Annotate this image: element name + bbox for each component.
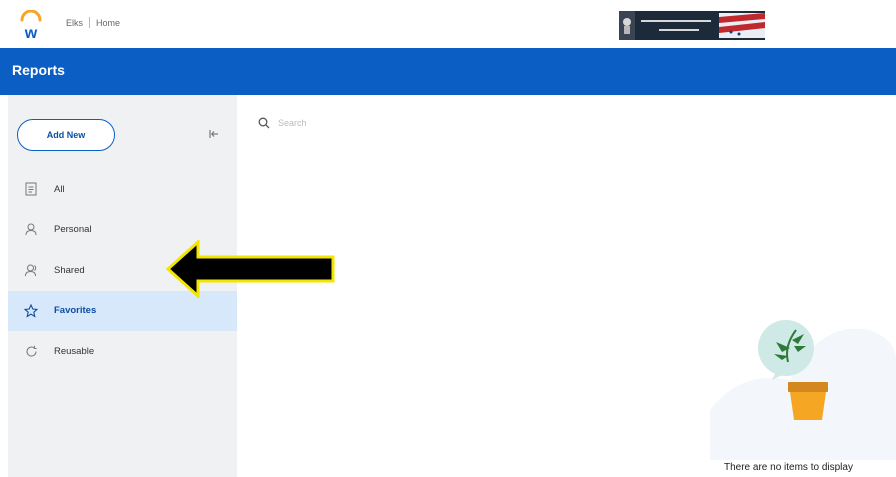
person-icon: [22, 221, 40, 239]
sidebar-item-all[interactable]: All: [8, 169, 237, 210]
top-bar: w Elks Home: [0, 0, 896, 48]
svg-text:w: w: [24, 25, 38, 40]
page-title: Reports: [12, 62, 65, 78]
breadcrumb-divider: [89, 17, 91, 28]
star-icon: [22, 302, 40, 320]
search-bar[interactable]: Search: [258, 117, 307, 129]
collapse-sidebar-icon[interactable]: [208, 128, 220, 140]
breadcrumb-home[interactable]: Home: [96, 18, 120, 28]
sidebar-item-label: All: [54, 183, 65, 195]
workday-logo-icon[interactable]: w: [18, 10, 44, 40]
annotation-arrow-icon: [165, 240, 335, 298]
sidebar-item-reusable[interactable]: Reusable: [8, 331, 237, 372]
sidebar-item-label: Reusable: [54, 345, 95, 357]
add-new-button[interactable]: Add New: [17, 119, 115, 151]
page-header: Reports: [0, 48, 896, 95]
organization-banner-logo: [619, 11, 765, 40]
document-icon: [22, 180, 40, 198]
search-input[interactable]: Search: [278, 118, 307, 128]
sidebar-item-label: Favorites: [54, 305, 97, 317]
breadcrumb: Elks Home: [66, 17, 120, 28]
empty-state-message: There are no items to display: [724, 462, 853, 473]
refresh-icon: [22, 342, 40, 360]
search-icon: [258, 117, 270, 129]
empty-state-plant-illustration: [710, 320, 896, 460]
sidebar-item-label: Shared: [54, 264, 85, 276]
breadcrumb-org[interactable]: Elks: [66, 18, 83, 28]
shared-person-icon: [22, 261, 40, 279]
sidebar-item-label: Personal: [54, 224, 92, 236]
